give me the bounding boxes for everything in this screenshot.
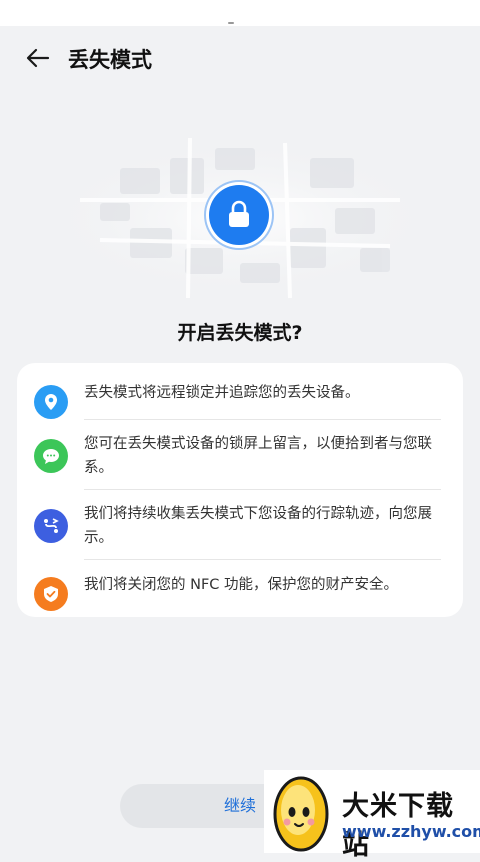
app-header: 丢失模式 bbox=[0, 26, 480, 90]
lost-mode-question: 开启丢失模式? bbox=[177, 322, 303, 344]
divider bbox=[84, 419, 441, 420]
feature-card: 丢失模式将远程锁定并追踪您的丢失设备。 您可在丢失模式设备的锁屏上留言，以便拾到… bbox=[17, 363, 463, 617]
feature-text: 您可在丢失模式设备的锁屏上留言，以便拾到者与您联系。 bbox=[84, 436, 432, 476]
lock-badge bbox=[209, 185, 269, 245]
back-arrow-icon[interactable] bbox=[22, 42, 54, 74]
track-path-icon bbox=[34, 509, 68, 543]
status-bar bbox=[0, 0, 480, 26]
shield-icon bbox=[34, 577, 68, 611]
lock-icon bbox=[229, 200, 249, 227]
feature-text: 我们将持续收集丢失模式下您设备的行踪轨迹，向您展示。 bbox=[84, 506, 432, 546]
divider bbox=[84, 489, 441, 490]
message-icon bbox=[34, 439, 68, 473]
location-pin-icon bbox=[34, 385, 68, 419]
divider bbox=[84, 559, 441, 560]
page-title: 丢失模式 bbox=[68, 48, 152, 72]
watermark-url: www.zzhyw.com bbox=[342, 822, 480, 841]
status-indicator bbox=[228, 22, 234, 24]
site-watermark: 大米下载站 www.zzhyw.com bbox=[264, 770, 480, 861]
rice-mascot-logo bbox=[270, 772, 332, 852]
feature-text: 我们将关闭您的 NFC 功能，保护您的财产安全。 bbox=[84, 577, 399, 593]
feature-text: 丢失模式将远程锁定并追踪您的丢失设备。 bbox=[84, 385, 360, 401]
